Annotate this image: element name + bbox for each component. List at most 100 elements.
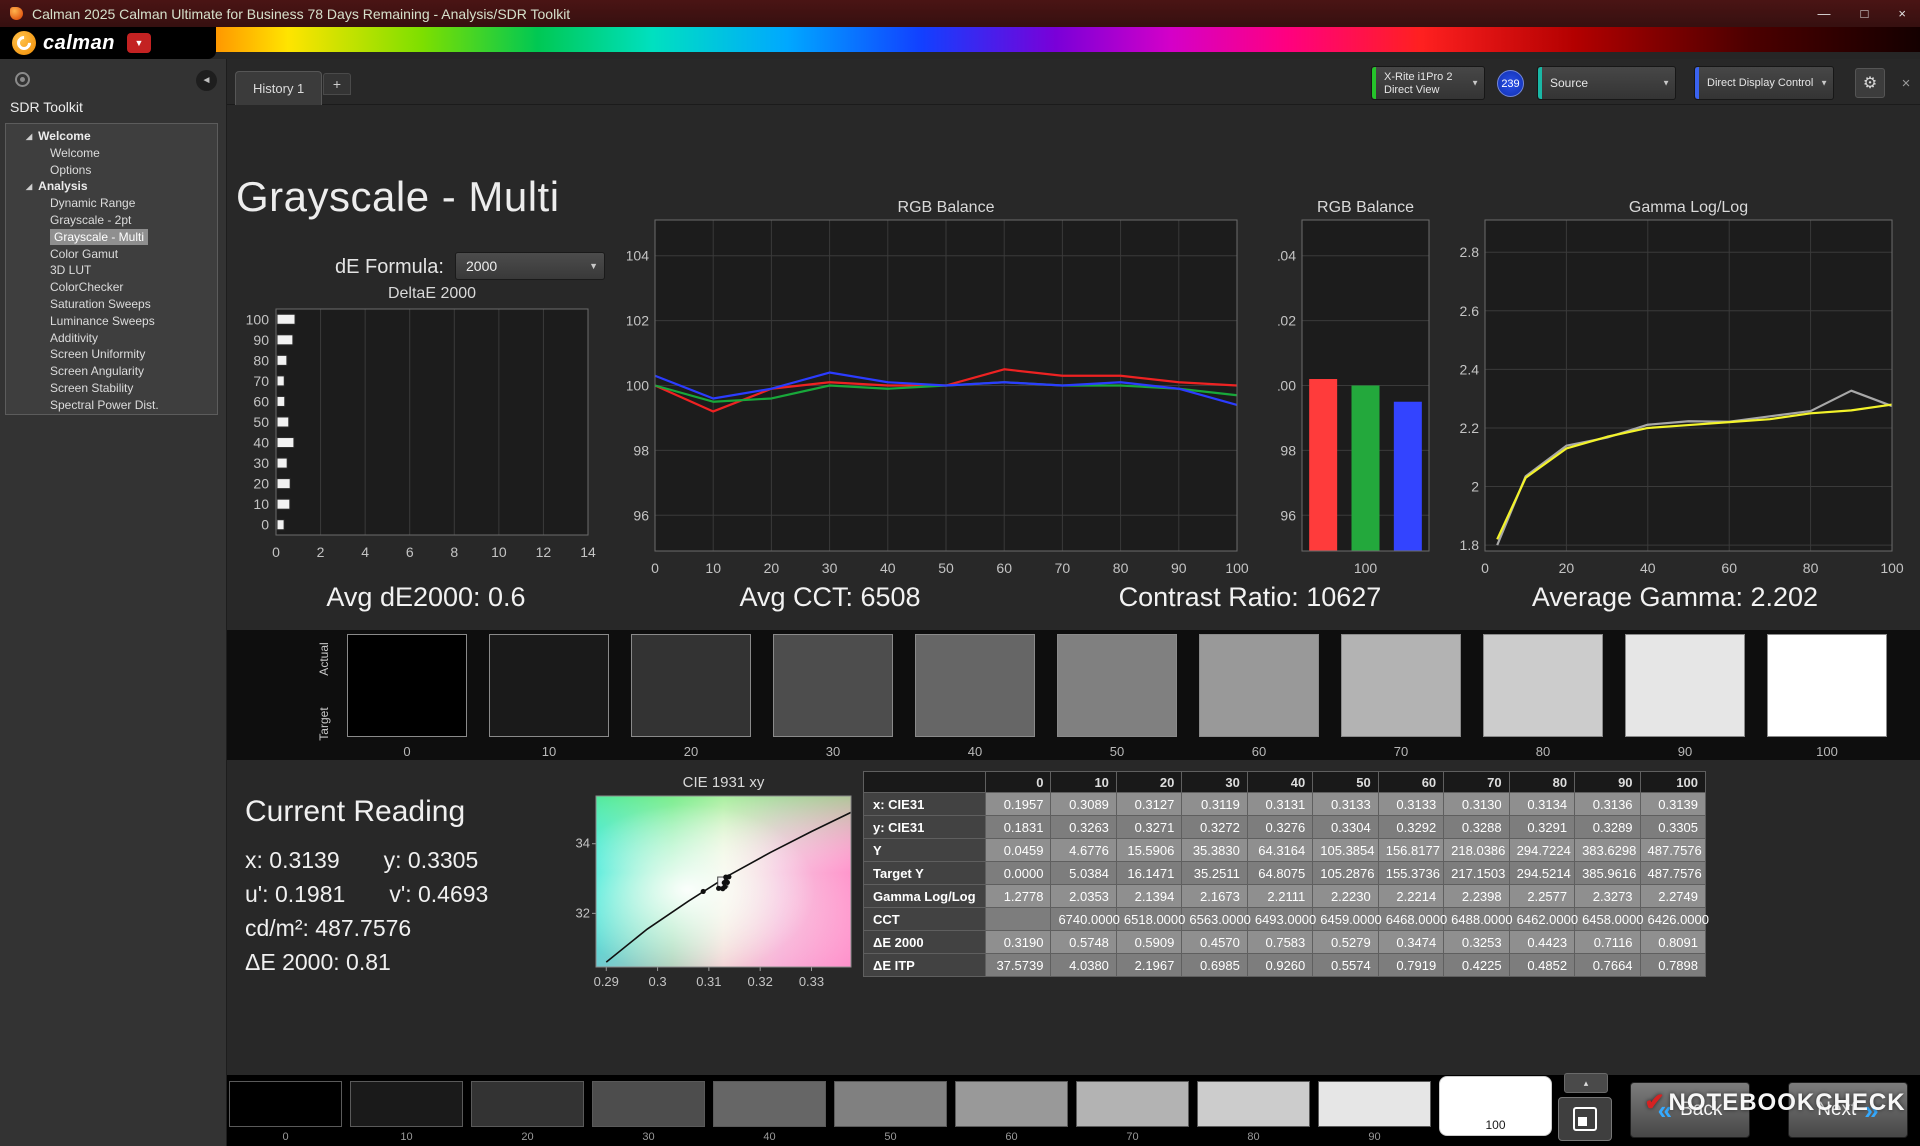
pattern-window-button[interactable] (1558, 1097, 1612, 1141)
add-tab-button[interactable]: + (323, 73, 351, 95)
sidebar: ◄ SDR Toolkit ◢WelcomeWelcomeOptions◢Ana… (0, 59, 227, 1146)
svg-text:102: 102 (1278, 313, 1296, 329)
sidebar-item-dynamic-range[interactable]: Dynamic Range (6, 195, 217, 212)
sidebar-item-additivity[interactable]: Additivity (6, 330, 217, 347)
tab-bar: History 1 + X-Rite i1Pro 2 Direct View ▼… (227, 59, 1920, 105)
pattern-patch-90[interactable]: 90 (1318, 1081, 1431, 1143)
pattern-patch-80[interactable]: 80 (1197, 1081, 1310, 1143)
back-button[interactable]: « Back (1630, 1082, 1750, 1138)
svg-text:2.8: 2.8 (1460, 244, 1480, 260)
cie-chart: 0.290.30.310.320.330.320.34CIE 1931 xy (575, 775, 875, 1000)
pattern-bar-expand-button[interactable]: ▴ (1564, 1073, 1608, 1093)
de-formula-select[interactable]: 2000 ▼ (455, 252, 605, 280)
rainbow-banner (0, 27, 1920, 52)
actual-label: Actual (317, 629, 331, 689)
svg-text:100: 100 (627, 378, 649, 394)
grayscale-swatch-70: 70 (1341, 634, 1461, 759)
sidebar-item-welcome[interactable]: Welcome (6, 145, 217, 162)
app-icon (10, 7, 23, 20)
window-maximize-button[interactable]: □ (1861, 6, 1869, 21)
sidebar-item-screen-angularity[interactable]: Screen Angularity (6, 363, 217, 380)
settings-button[interactable]: ⚙ (1855, 68, 1885, 98)
sidebar-item-screen-uniformity[interactable]: Screen Uniformity (6, 346, 217, 363)
svg-text:20: 20 (1559, 560, 1575, 576)
pattern-patch-60[interactable]: 60 (955, 1081, 1068, 1143)
svg-text:60: 60 (996, 560, 1012, 576)
svg-text:90: 90 (253, 332, 269, 348)
grayscale-swatch-10: 10 (489, 634, 609, 759)
svg-text:30: 30 (253, 455, 269, 471)
sidebar-item-luminance-sweeps[interactable]: Luminance Sweeps (6, 313, 217, 330)
sidebar-item-colorchecker[interactable]: ColorChecker (6, 279, 217, 296)
sidebar-item-welcome[interactable]: ◢Welcome (6, 128, 217, 145)
window-icon (1573, 1107, 1597, 1131)
sidebar-item-spectral-power-dist[interactable]: Spectral Power Dist. (6, 397, 217, 414)
pattern-patch-10[interactable]: 10 (350, 1081, 463, 1143)
target-label: Target (317, 694, 331, 754)
svg-text:100: 100 (1880, 560, 1904, 576)
tab-history-1[interactable]: History 1 (235, 71, 322, 105)
reading-x: x: 0.3139 (245, 847, 340, 873)
pattern-patch-40[interactable]: 40 (713, 1081, 826, 1143)
pattern-patch-50[interactable]: 50 (834, 1081, 947, 1143)
svg-text:50: 50 (253, 414, 269, 430)
pattern-patch-30[interactable]: 30 (592, 1081, 705, 1143)
window-close-button[interactable]: × (1898, 6, 1906, 21)
deltae-chart: 024681012141009080706050403020100DeltaE … (236, 280, 626, 580)
logo-menu-button[interactable]: ▼ (127, 33, 151, 53)
swatch-row: 0102030405060708090100 (347, 634, 1887, 759)
grayscale-swatch-90: 90 (1625, 634, 1745, 759)
sidebar-item-color-gamut[interactable]: Color Gamut (6, 246, 217, 263)
svg-text:100: 100 (1278, 378, 1296, 394)
display-control-select[interactable]: Direct Display Control ▼ (1694, 66, 1834, 100)
grayscale-swatch-20: 20 (631, 634, 751, 759)
sidebar-item-grayscale-2pt[interactable]: Grayscale - 2pt (6, 212, 217, 229)
pattern-patch-0[interactable]: 0 (229, 1081, 342, 1143)
meter-count-badge[interactable]: 239 (1497, 70, 1524, 97)
pattern-patch-100[interactable]: 100 (1439, 1081, 1552, 1136)
sidebar-item-saturation-sweeps[interactable]: Saturation Sweeps (6, 296, 217, 313)
sidebar-item-screen-stability[interactable]: Screen Stability (6, 380, 217, 397)
pattern-patch-70[interactable]: 70 (1076, 1081, 1189, 1143)
svg-text:Gamma Log/Log: Gamma Log/Log (1629, 199, 1748, 216)
pattern-patch-20[interactable]: 20 (471, 1081, 584, 1143)
svg-text:0.3: 0.3 (649, 974, 667, 989)
table-row: CCT6740.00006518.00006563.00006493.00006… (864, 908, 1706, 931)
source-label: Source (1550, 76, 1588, 90)
close-workflow-button[interactable]: × (1893, 70, 1919, 96)
svg-text:60: 60 (253, 393, 269, 409)
svg-text:2.2: 2.2 (1460, 420, 1480, 436)
reading-u: u': 0.1981 (245, 881, 345, 907)
table-row: Gamma Log/Log1.27782.03532.13942.16732.2… (864, 885, 1706, 908)
sidebar-tree: ◢WelcomeWelcomeOptions◢AnalysisDynamic R… (5, 123, 218, 415)
svg-text:70: 70 (1055, 560, 1071, 576)
sidebar-item-options[interactable]: Options (6, 162, 217, 179)
svg-text:40: 40 (253, 435, 269, 451)
sidebar-item-3d-lut[interactable]: 3D LUT (6, 262, 217, 279)
svg-text:2: 2 (1471, 479, 1479, 495)
svg-text:90: 90 (1171, 560, 1187, 576)
stat-contrast-ratio: Contrast Ratio: 10627 (1050, 582, 1450, 613)
meter-select[interactable]: X-Rite i1Pro 2 Direct View ▼ (1371, 66, 1485, 100)
svg-text:80: 80 (253, 352, 269, 368)
window-minimize-button[interactable]: — (1818, 6, 1831, 21)
measurement-table: 0102030405060708090100 x: CIE310.19570.3… (863, 771, 1706, 977)
table-row: ΔE ITP37.57394.03802.19670.69850.92600.5… (864, 954, 1706, 977)
table-row: ΔE 20000.31900.57480.59090.45700.75830.5… (864, 931, 1706, 954)
banner-spacer (0, 52, 1920, 59)
sidebar-collapse-button[interactable]: ◄ (196, 70, 217, 91)
next-button[interactable]: Next » (1788, 1082, 1908, 1138)
source-select[interactable]: Source ▼ (1537, 66, 1676, 100)
svg-text:10: 10 (705, 560, 721, 576)
svg-text:0.29: 0.29 (594, 974, 619, 989)
svg-text:0.34: 0.34 (575, 836, 590, 851)
svg-text:DeltaE 2000: DeltaE 2000 (388, 285, 476, 302)
source-accent (1538, 67, 1542, 99)
sidebar-item-grayscale-multi[interactable]: Grayscale - Multi (6, 229, 217, 246)
sidebar-item-analysis[interactable]: ◢Analysis (6, 178, 217, 195)
back-label: Back (1680, 1099, 1722, 1121)
svg-text:60: 60 (1721, 560, 1737, 576)
svg-text:104: 104 (1278, 248, 1296, 264)
close-icon: × (1902, 75, 1911, 92)
meter-mode: Direct View (1384, 84, 1484, 97)
